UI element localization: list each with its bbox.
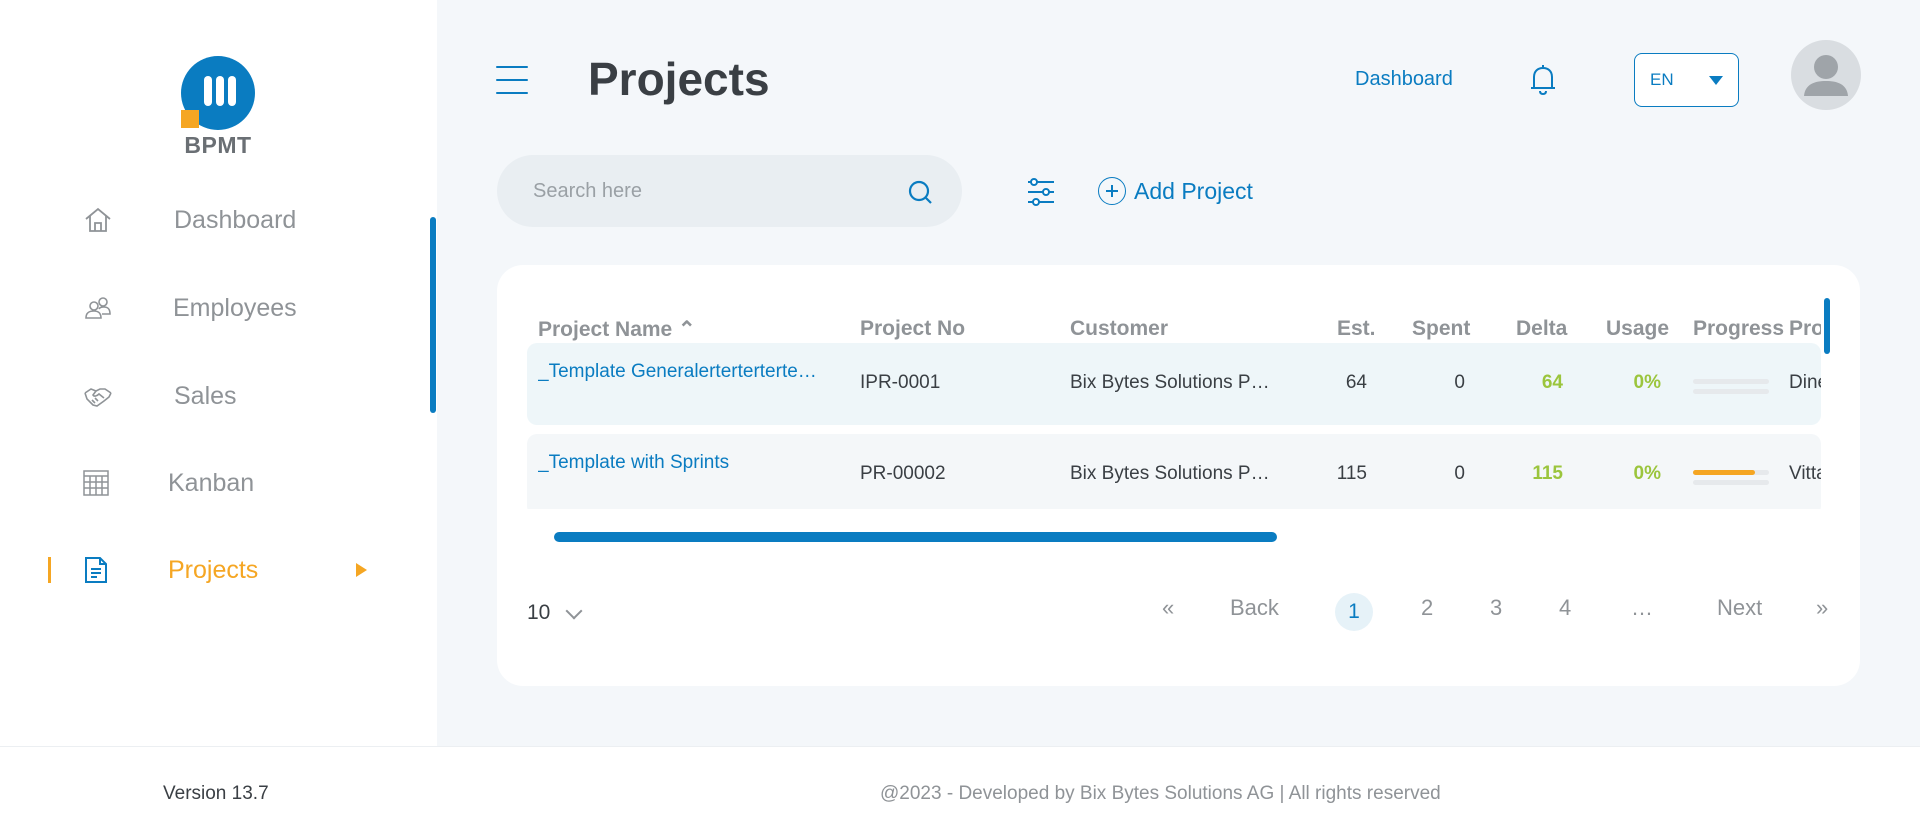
users-icon — [80, 290, 116, 326]
column-header-spent[interactable]: Spent — [1412, 317, 1470, 341]
home-icon — [80, 202, 116, 238]
project-name-link[interactable]: _Template with Sprints — [538, 452, 843, 474]
column-header-delta[interactable]: Delta — [1516, 317, 1567, 341]
sliders-icon — [1028, 178, 1054, 206]
column-header-project-no[interactable]: Project No — [860, 317, 965, 341]
page-3-button[interactable]: 3 — [1490, 595, 1502, 621]
progress-bar — [1693, 470, 1769, 475]
page-1-button[interactable]: 1 — [1335, 593, 1373, 631]
projects-table-card: Project Name ⌃ Project No Customer Est. … — [497, 265, 1860, 686]
extra-cell: Vitta — [1789, 463, 1821, 484]
column-header-project-name[interactable]: Project Name ⌃ — [538, 317, 696, 342]
active-indicator — [48, 557, 51, 583]
add-project-button[interactable]: Add Project — [1098, 175, 1253, 207]
logo-square — [181, 110, 199, 128]
dashboard-link[interactable]: Dashboard — [1355, 68, 1453, 91]
project-number: IPR-0001 — [860, 372, 941, 393]
table-row[interactable]: _Template with Sprints PR-00002 Bix Byte… — [527, 434, 1821, 509]
table-row[interactable]: _Template Generalerterterterte… IPR-0001… — [527, 343, 1821, 425]
version-label: Version 13.7 — [163, 783, 269, 804]
customer-name: Bix Bytes Solutions P… — [1070, 372, 1270, 393]
est-value: 64 — [1345, 372, 1367, 393]
projects-table: Project Name ⌃ Project No Customer Est. … — [527, 287, 1821, 509]
back-button[interactable]: Back — [1230, 595, 1279, 621]
search-box[interactable] — [497, 155, 962, 227]
page-4-button[interactable]: 4 — [1559, 595, 1571, 621]
notifications-button[interactable] — [1528, 62, 1558, 96]
project-name-link[interactable]: _Template Generalerterterterte… — [538, 361, 843, 383]
column-header-progress[interactable]: Progress — [1693, 317, 1784, 341]
copyright-text: @2023 - Developed by Bix Bytes Solutions… — [880, 783, 1441, 804]
page-size-select[interactable]: 10 — [527, 601, 583, 625]
sidebar-scrollbar[interactable] — [430, 217, 436, 413]
first-page-button[interactable]: « — [1162, 595, 1174, 621]
document-icon — [78, 552, 114, 588]
sidebar-item-label: Employees — [173, 293, 297, 322]
spent-value: 0 — [1454, 463, 1465, 484]
column-header-usage[interactable]: Usage — [1606, 317, 1669, 341]
search-icon[interactable] — [907, 179, 933, 205]
column-header-est[interactable]: Est. — [1337, 317, 1376, 341]
language-code: EN — [1650, 70, 1674, 89]
menu-toggle-button[interactable] — [496, 66, 528, 94]
avatar[interactable] — [1791, 40, 1861, 110]
kanban-icon — [78, 465, 114, 501]
progress-bar-secondary — [1693, 389, 1769, 394]
page-size-value: 10 — [527, 601, 551, 624]
footer: Version 13.7 @2023 - Developed by Bix By… — [0, 746, 1920, 837]
filter-button[interactable] — [1026, 176, 1056, 208]
spent-value: 0 — [1454, 372, 1465, 393]
sidebar-item-employees[interactable]: Employees — [0, 278, 437, 338]
sidebar-item-projects[interactable]: Projects — [0, 540, 437, 600]
progress-bar — [1693, 379, 1769, 384]
horizontal-scrollbar[interactable] — [554, 532, 1277, 542]
usage-value: 0% — [1633, 463, 1661, 484]
caret-right-icon — [356, 563, 367, 577]
sidebar-item-dashboard[interactable]: Dashboard — [0, 190, 437, 250]
project-number: PR-00002 — [860, 463, 946, 484]
delta-value: 115 — [1532, 463, 1563, 484]
page-ellipsis: … — [1631, 595, 1653, 620]
sidebar-item-label: Kanban — [168, 468, 255, 497]
search-input[interactable] — [533, 155, 893, 227]
delta-value: 64 — [1541, 372, 1563, 393]
bell-icon — [1531, 65, 1555, 96]
page-2-button[interactable]: 2 — [1421, 595, 1433, 621]
usage-value: 0% — [1633, 372, 1661, 393]
chevron-down-icon — [565, 602, 583, 620]
last-page-button[interactable]: » — [1816, 595, 1828, 621]
handshake-icon — [80, 378, 116, 414]
sidebar-item-label: Projects — [168, 555, 259, 584]
user-icon — [1804, 55, 1848, 96]
page-title: Projects — [588, 53, 770, 105]
chevron-down-icon — [1709, 76, 1723, 85]
sidebar: BPMT Dashboard Employees Sales Kanban Pr… — [0, 0, 437, 746]
extra-cell: Dine — [1789, 372, 1821, 393]
sidebar-item-label: Sales — [174, 381, 237, 410]
progress-fill — [1693, 470, 1756, 475]
column-header-pro[interactable]: Pro — [1789, 317, 1821, 341]
column-header-customer[interactable]: Customer — [1070, 317, 1168, 341]
next-button[interactable]: Next — [1717, 595, 1762, 621]
sidebar-item-kanban[interactable]: Kanban — [0, 453, 437, 513]
logo-bars-icon — [204, 76, 236, 106]
hamburger-icon — [496, 66, 528, 68]
plus-circle-icon — [1098, 177, 1126, 205]
vertical-scrollbar[interactable] — [1824, 298, 1830, 354]
logo-text: BPMT — [184, 132, 252, 158]
sidebar-item-label: Dashboard — [174, 205, 297, 234]
language-select[interactable]: EN — [1634, 53, 1739, 107]
add-project-label: Add Project — [1134, 177, 1253, 204]
est-value: 115 — [1336, 463, 1367, 484]
customer-name: Bix Bytes Solutions P… — [1070, 463, 1270, 484]
logo[interactable]: BPMT — [178, 54, 258, 158]
sidebar-item-sales[interactable]: Sales — [0, 366, 437, 426]
progress-bar-secondary — [1693, 480, 1769, 485]
horizontal-scrollbar-track — [527, 532, 1821, 542]
